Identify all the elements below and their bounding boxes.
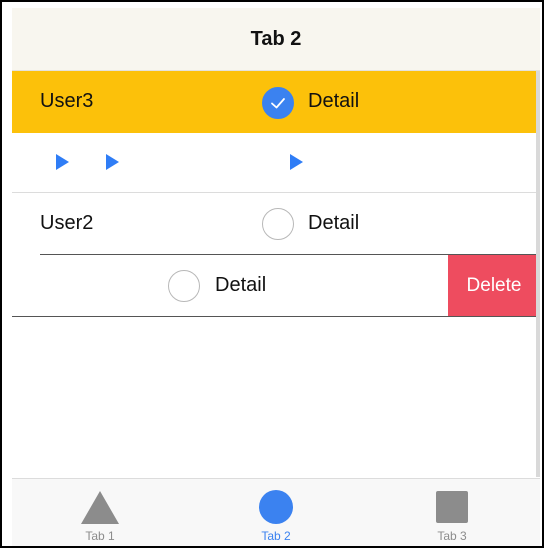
list-item-actions — [12, 133, 536, 193]
tab-icon-wrap — [81, 489, 119, 525]
tab-icon-wrap — [258, 489, 294, 525]
list-item-swiped[interactable]: Detail Delete — [12, 255, 540, 317]
play-icon[interactable] — [56, 154, 69, 170]
square-icon — [436, 491, 468, 523]
triangle-icon — [81, 490, 119, 524]
header-bar: Tab 2 — [12, 8, 540, 71]
list-scroll-area[interactable]: User3 Detail User2 Detail Detail Delete — [12, 71, 540, 477]
app-frame: Tab 2 User3 Detail User2 Detail Detail D… — [0, 0, 544, 548]
delete-button[interactable]: Delete — [448, 255, 540, 316]
tab-label: Tab 1 — [85, 529, 115, 543]
user-label: User2 — [40, 212, 94, 234]
page-title: Tab 2 — [250, 27, 302, 50]
tab-1[interactable]: Tab 1 — [12, 479, 188, 546]
play-icon[interactable] — [290, 154, 303, 170]
unchecked-circle-icon[interactable] — [168, 270, 200, 302]
user-label: User3 — [40, 90, 94, 112]
detail-label: Detail — [215, 274, 267, 296]
scrollbar[interactable] — [536, 71, 540, 477]
tab-icon-wrap — [434, 489, 470, 525]
tab-2[interactable]: Tab 2 — [188, 479, 364, 546]
circle-icon — [259, 490, 293, 524]
tab-3[interactable]: Tab 3 — [364, 479, 540, 546]
tab-label: Tab 2 — [261, 529, 291, 543]
checkmark-icon[interactable] — [262, 87, 294, 119]
play-icon[interactable] — [106, 154, 119, 170]
tab-label: Tab 3 — [437, 529, 467, 543]
check-icon — [271, 98, 285, 109]
list-item-user3[interactable]: User3 Detail — [12, 71, 536, 133]
detail-label: Detail — [308, 212, 360, 234]
detail-label: Detail — [308, 90, 360, 112]
unchecked-circle-icon[interactable] — [262, 208, 294, 240]
tab-bar: Tab 1 Tab 2 Tab 3 — [12, 478, 540, 546]
list-item-user2[interactable]: User2 Detail — [40, 193, 536, 255]
